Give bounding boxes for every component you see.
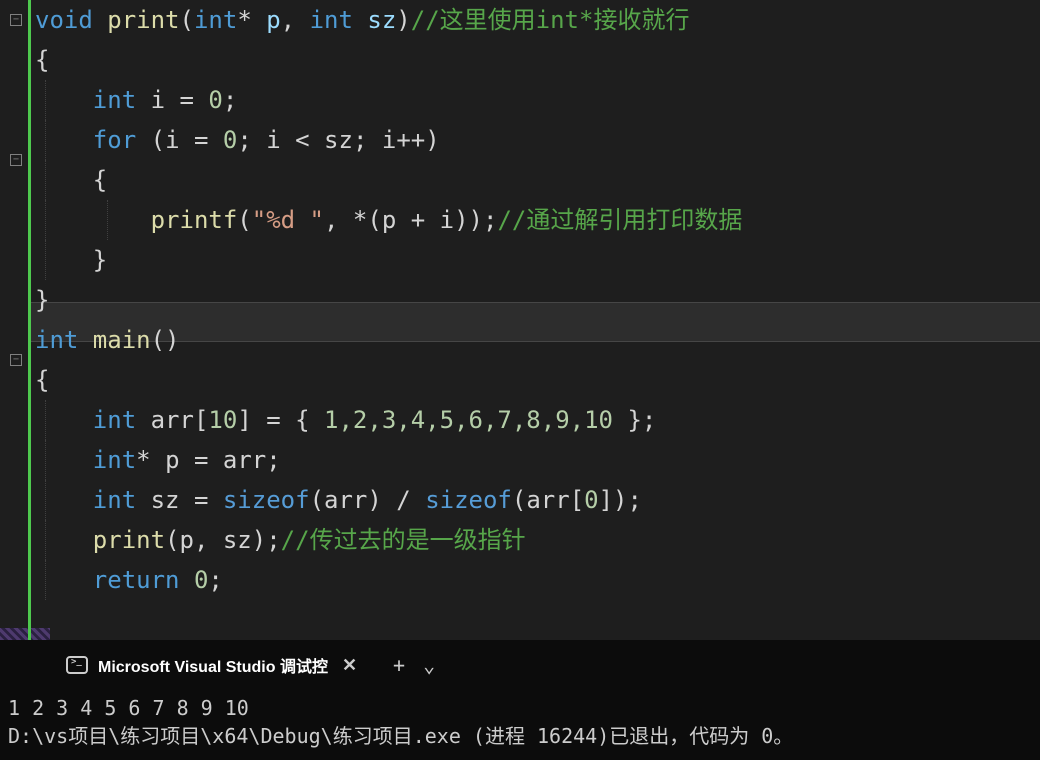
add-tab-button[interactable]: + bbox=[393, 653, 405, 677]
code-line[interactable]: int* p = arr; bbox=[35, 440, 1040, 480]
terminal-icon bbox=[66, 656, 88, 674]
code-editor[interactable]: − − − ✓ void print(int* p, int sz)//这里使用… bbox=[0, 0, 1040, 640]
terminal-tab[interactable]: Microsoft Visual Studio 调试控 ✕ bbox=[52, 640, 375, 690]
code-line[interactable]: int arr[10] = { 1,2,3,4,5,6,7,8,9,10 }; bbox=[35, 400, 1040, 440]
code-line[interactable]: } bbox=[35, 280, 1040, 320]
code-line[interactable]: int i = 0; bbox=[35, 80, 1040, 120]
code-line[interactable]: print(p, sz);//传过去的是一级指针 bbox=[35, 520, 1040, 560]
code-line[interactable]: { bbox=[35, 40, 1040, 80]
chevron-down-icon[interactable]: ⌄ bbox=[423, 653, 435, 677]
gutter: − − − ✓ bbox=[0, 0, 28, 640]
close-icon[interactable]: ✕ bbox=[338, 655, 361, 676]
terminal-output[interactable]: 1 2 3 4 5 6 7 8 9 10D:\vs项目\练习项目\x64\Deb… bbox=[0, 690, 1040, 750]
terminal-tab-title: Microsoft Visual Studio 调试控 bbox=[98, 653, 328, 677]
terminal-panel: Microsoft Visual Studio 调试控 ✕ + ⌄ 1 2 3 … bbox=[0, 640, 1040, 760]
terminal-line: 1 2 3 4 5 6 7 8 9 10 bbox=[8, 694, 1032, 722]
code-line[interactable]: for (i = 0; i < sz; i++) bbox=[35, 120, 1040, 160]
fold-marker-icon[interactable]: − bbox=[10, 354, 22, 366]
code-line[interactable]: int sz = sizeof(arr) / sizeof(arr[0]); bbox=[35, 480, 1040, 520]
code-line[interactable]: } bbox=[35, 240, 1040, 280]
terminal-line: D:\vs项目\练习项目\x64\Debug\练习项目.exe (进程 1624… bbox=[8, 722, 1032, 750]
code-line[interactable]: return 0; bbox=[35, 560, 1040, 600]
code-line[interactable]: { bbox=[35, 160, 1040, 200]
terminal-tab-actions: + ⌄ bbox=[375, 653, 435, 677]
code-line[interactable]: void print(int* p, int sz)//这里使用int*接收就行 bbox=[35, 0, 1040, 40]
fold-marker-icon[interactable]: − bbox=[10, 154, 22, 166]
code-line[interactable]: { bbox=[35, 360, 1040, 400]
code-area[interactable]: void print(int* p, int sz)//这里使用int*接收就行… bbox=[28, 0, 1040, 640]
code-line[interactable]: int main() bbox=[35, 320, 1040, 360]
fold-marker-icon[interactable]: − bbox=[10, 14, 22, 26]
terminal-tab-bar: Microsoft Visual Studio 调试控 ✕ + ⌄ bbox=[0, 640, 1040, 690]
code-line[interactable]: printf("%d ", *(p + i));//通过解引用打印数据 bbox=[35, 200, 1040, 240]
